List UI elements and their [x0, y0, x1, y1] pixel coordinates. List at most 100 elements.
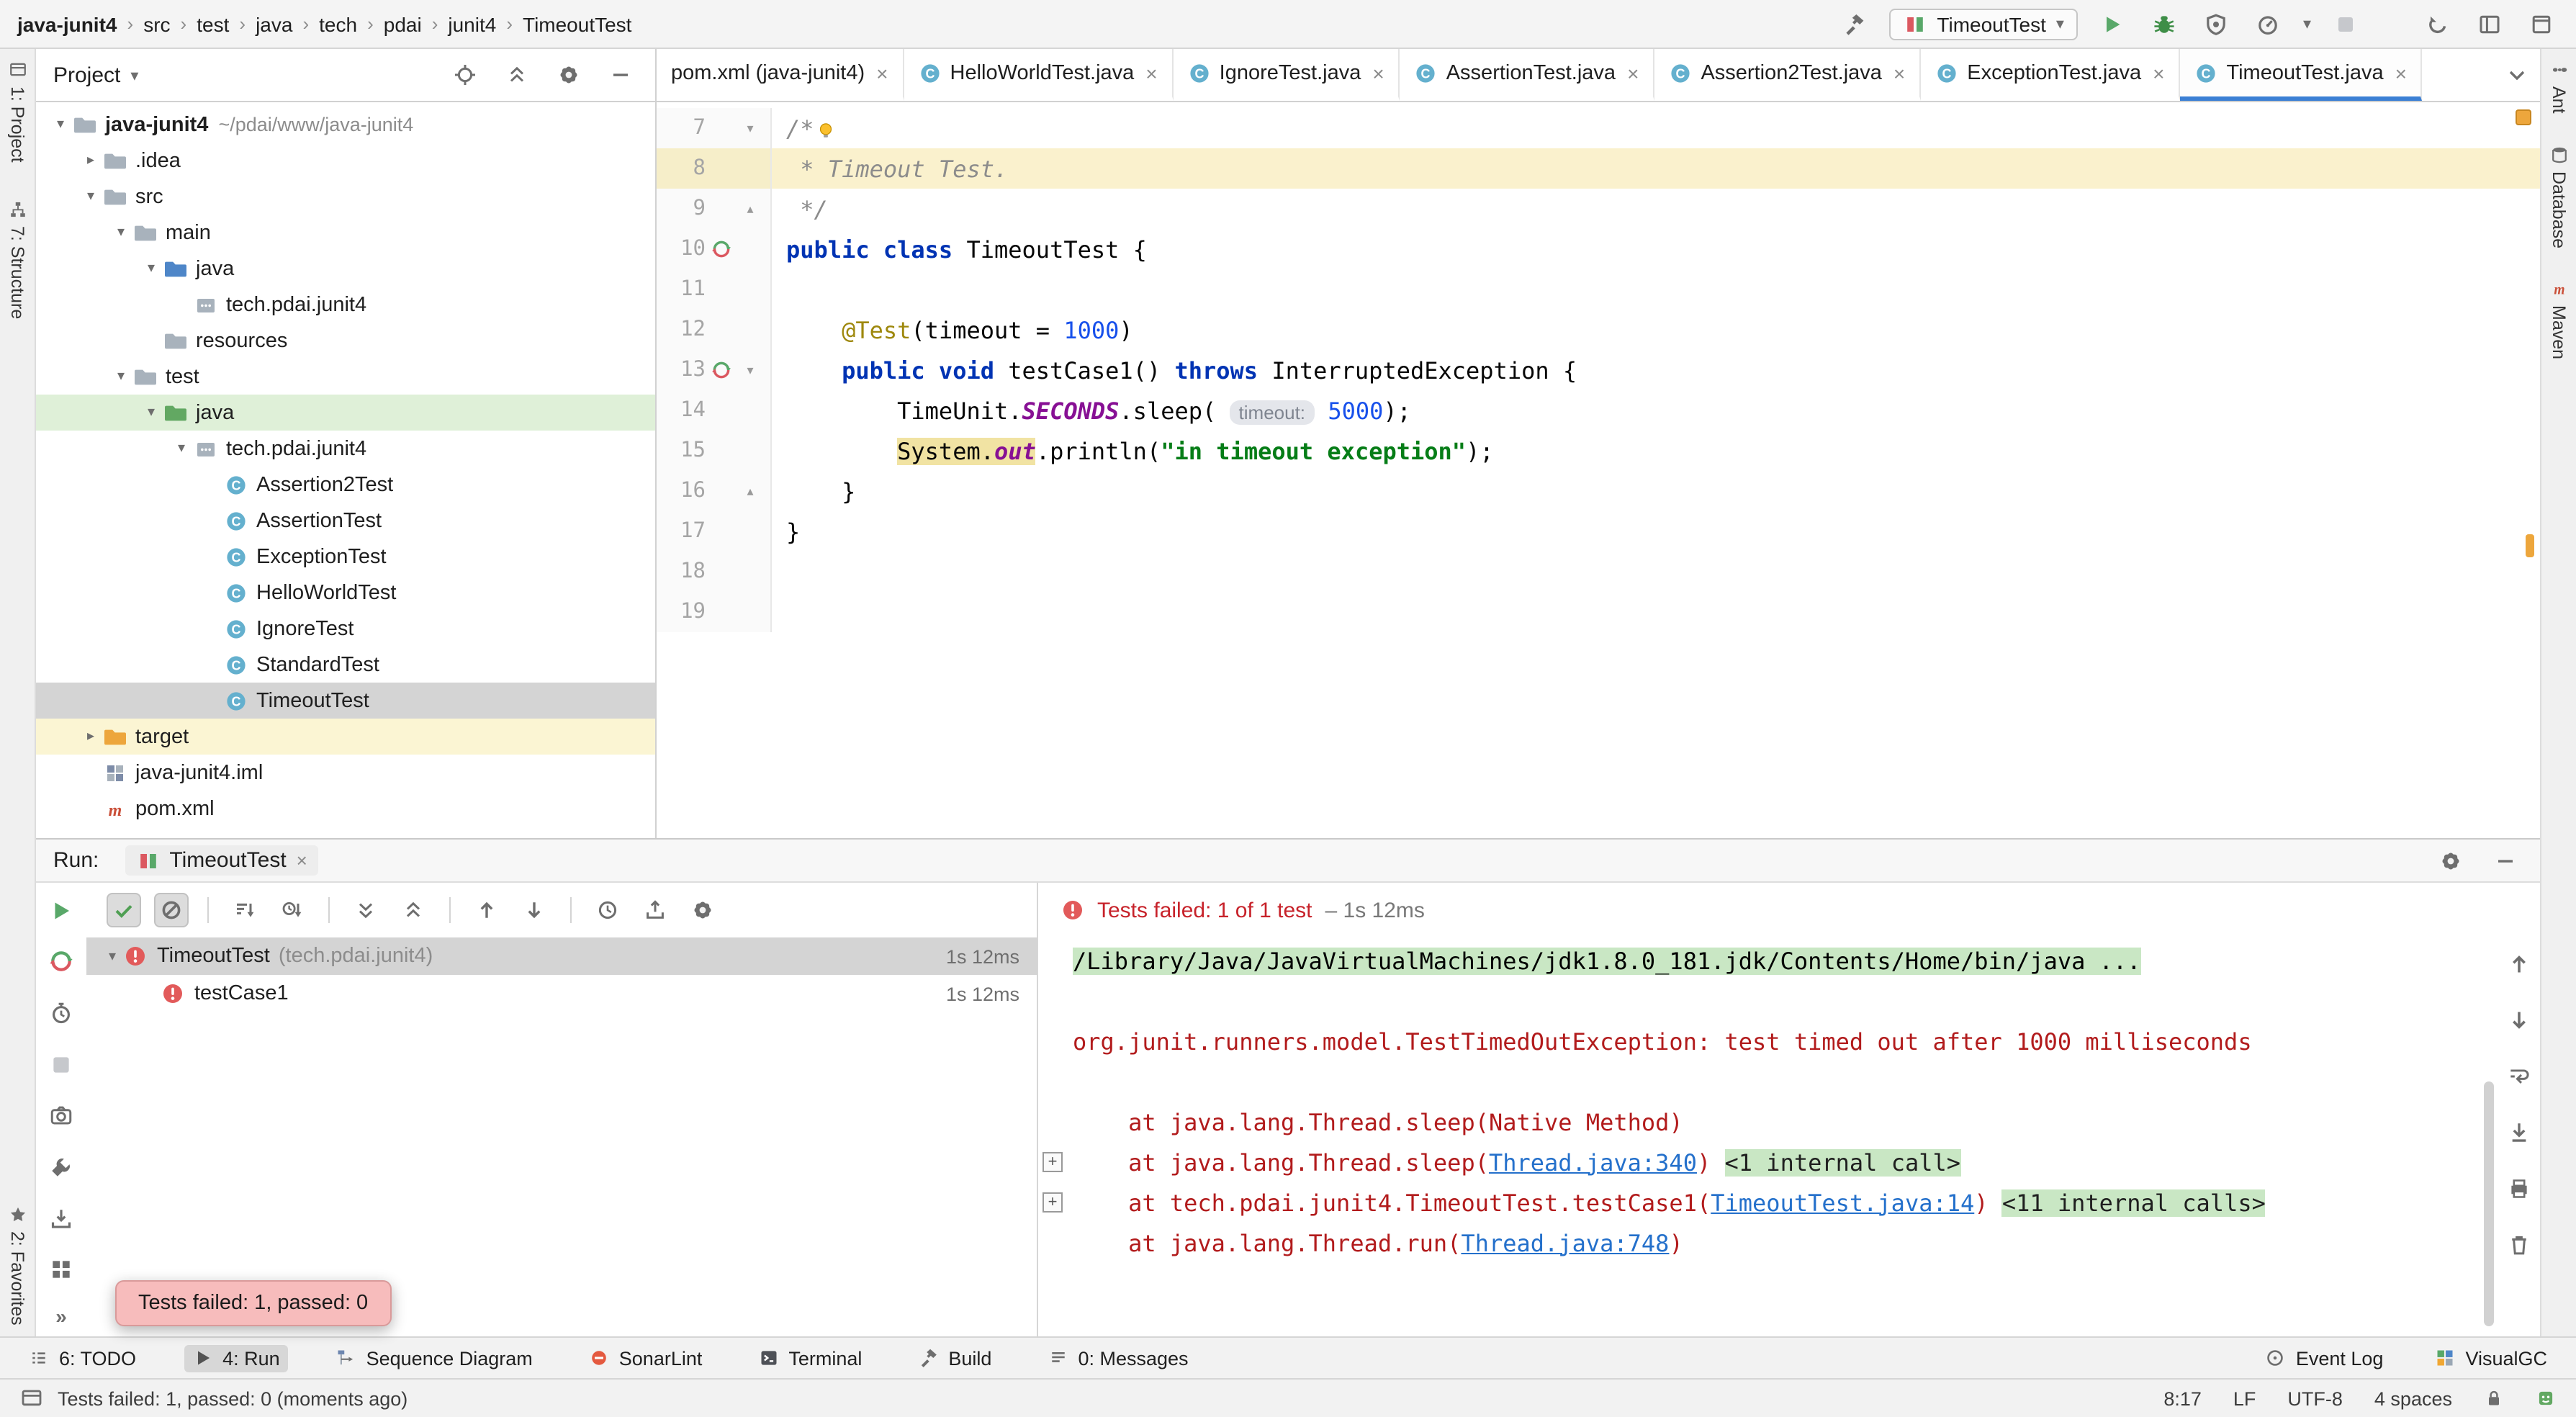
layout-button[interactable] — [2472, 6, 2507, 41]
run-fail-button[interactable] — [44, 945, 78, 978]
expand-arrow-icon[interactable]: ▾ — [78, 189, 104, 204]
stacktrace-link[interactable]: Thread.java:340 — [1489, 1148, 1697, 1176]
tools-button[interactable] — [44, 1151, 78, 1183]
error-stripe-mark[interactable] — [2526, 534, 2534, 557]
project-tree-item[interactable]: ▾java — [36, 251, 655, 287]
breadcrumb-item[interactable]: junit4 — [448, 12, 496, 35]
fold-marker-icon[interactable]: ▾ — [737, 362, 763, 378]
more-options-button[interactable]: » — [55, 1305, 67, 1328]
caret-position[interactable]: 8:17 — [2163, 1387, 2202, 1409]
tool-window-button-database[interactable]: Database — [2549, 145, 2569, 248]
tool-window-bar-0-messages[interactable]: 0: Messages — [1039, 1344, 1197, 1372]
project-tree-item[interactable]: ▾java — [36, 395, 655, 431]
editor-line[interactable]: 7▾/* — [657, 108, 2540, 148]
project-tree-item[interactable]: ▾java-junit4~/pdai/www/java-junit4 — [36, 107, 655, 143]
close-icon[interactable]: × — [1893, 61, 1905, 84]
stacktrace-link[interactable]: Thread.java:748 — [1461, 1229, 1669, 1256]
close-icon[interactable]: × — [1145, 61, 1157, 84]
project-tree-item[interactable]: ▾src — [36, 179, 655, 215]
prev-failed-button[interactable] — [2501, 946, 2536, 981]
editor-line[interactable]: 17} — [657, 511, 2540, 552]
breadcrumb-item[interactable]: tech — [319, 12, 357, 35]
breadcrumb-item[interactable]: java — [256, 12, 292, 35]
show-passed-button[interactable] — [107, 893, 141, 927]
scroll-end-button[interactable] — [2501, 1115, 2536, 1149]
camera-button[interactable] — [44, 1099, 78, 1132]
maximize-button[interactable] — [2524, 6, 2559, 41]
tool-window-bar-4-run[interactable]: 4: Run — [184, 1344, 289, 1372]
editor-line[interactable]: 10public class TimeoutTest { — [657, 229, 2540, 269]
expand-all-button[interactable] — [348, 893, 383, 927]
project-tree-item[interactable]: tech.pdai.junit4 — [36, 287, 655, 323]
next-failed-button[interactable] — [517, 893, 551, 927]
window-switcher-icon[interactable] — [20, 1387, 43, 1410]
trash-button[interactable] — [2501, 1227, 2536, 1261]
tool-window-bar-build[interactable]: Build — [909, 1344, 1000, 1372]
close-icon[interactable]: × — [2153, 61, 2164, 84]
editor-tab[interactable]: pom.xml (java-junit4)× — [657, 49, 904, 101]
debug-button[interactable] — [2148, 6, 2182, 41]
console-fold-icon[interactable]: + — [1042, 1192, 1063, 1213]
expand-arrow-icon[interactable]: ▸ — [78, 729, 104, 745]
breadcrumb-item[interactable]: test — [197, 12, 229, 35]
run-fail-icon[interactable] — [711, 360, 731, 380]
editor-tab[interactable]: CTimeoutTest.java× — [2180, 49, 2423, 101]
project-tree-item[interactable]: resources — [36, 323, 655, 359]
run-panel-tab[interactable]: TimeoutTest × — [125, 845, 318, 876]
tool-window-bar-event-log[interactable]: Event Log — [2257, 1344, 2392, 1372]
project-tree-item[interactable]: mpom.xml — [36, 791, 655, 827]
tool-window-bar-terminal[interactable]: Terminal — [749, 1344, 870, 1372]
editor-line[interactable]: 15 System.out.println("in timeout except… — [657, 431, 2540, 471]
run-fail-icon[interactable] — [711, 239, 731, 259]
breadcrumb-item[interactable]: java-junit4 — [17, 12, 117, 35]
play-button[interactable] — [2096, 6, 2130, 41]
hidden-tabs-chevron[interactable] — [2494, 49, 2540, 101]
stacktrace-link[interactable]: TimeoutTest.java:14 — [1711, 1189, 1974, 1216]
hide-button[interactable] — [603, 58, 638, 92]
sort-duration-button[interactable] — [275, 893, 310, 927]
project-tree-item[interactable]: java-junit4.iml — [36, 755, 655, 791]
project-tree-item[interactable]: ▸.idea — [36, 143, 655, 179]
build-hammer-button[interactable] — [1837, 6, 1872, 41]
editor-line[interactable]: 16▴ } — [657, 471, 2540, 511]
project-tree-item[interactable]: CStandardTest — [36, 647, 655, 683]
close-icon[interactable]: × — [1627, 61, 1639, 84]
tool-window-button-1-project[interactable]: 1: Project — [7, 60, 27, 163]
editor-line[interactable]: 13▾ public void testCase1() throws Inter… — [657, 350, 2540, 390]
project-tree-item[interactable]: CHelloWorldTest — [36, 575, 655, 611]
prev-failed-button[interactable] — [469, 893, 504, 927]
rerun-button[interactable] — [44, 894, 78, 927]
expand-arrow-icon[interactable]: ▾ — [138, 405, 164, 420]
hide-button[interactable] — [2488, 843, 2523, 878]
editor-tab[interactable]: CAssertion2Test.java× — [1654, 49, 1921, 101]
tool-window-bar-sequence-diagram[interactable]: Sequence Diagram — [328, 1344, 541, 1372]
expand-arrow-icon[interactable]: ▾ — [101, 948, 124, 964]
console-output[interactable]: /Library/Java/JavaVirtualMachines/jdk1.8… — [1038, 937, 2540, 1336]
editor-tab[interactable]: CIgnoreTest.java× — [1174, 49, 1400, 101]
close-icon[interactable]: × — [876, 61, 888, 84]
bulb-icon[interactable] — [817, 120, 836, 139]
inspections-hector-icon[interactable] — [2536, 1388, 2556, 1408]
next-failed-button[interactable] — [2501, 1002, 2536, 1037]
tool-window-bar-6-todo[interactable]: 6: TODO — [20, 1344, 145, 1372]
test-tree-item[interactable]: testCase11s 12ms — [86, 975, 1037, 1012]
fold-marker-icon[interactable]: ▾ — [737, 120, 763, 136]
project-tree-item[interactable]: CAssertionTest — [36, 503, 655, 539]
import-tray-button[interactable] — [44, 1202, 78, 1235]
expand-arrow-icon[interactable]: ▸ — [78, 153, 104, 168]
close-icon[interactable]: × — [2395, 61, 2407, 84]
stop-button[interactable] — [2328, 6, 2363, 41]
tool-window-bar-sonarlint[interactable]: SonarLint — [580, 1344, 711, 1372]
expand-arrow-icon[interactable]: ▾ — [108, 225, 134, 240]
collapse-all-button[interactable] — [500, 58, 534, 92]
grid-button[interactable] — [44, 1254, 78, 1286]
project-tree-item[interactable]: CIgnoreTest — [36, 611, 655, 647]
editor-line[interactable]: 12 @Test(timeout = 1000) — [657, 310, 2540, 350]
profiler-button[interactable] — [2251, 6, 2286, 41]
expand-arrow-icon[interactable]: ▾ — [48, 117, 73, 132]
editor-line[interactable]: 11 — [657, 269, 2540, 310]
file-encoding[interactable]: UTF-8 — [2287, 1387, 2343, 1409]
editor-line[interactable]: 9▴ */ — [657, 189, 2540, 229]
editor-tab[interactable]: CAssertionTest.java× — [1400, 49, 1655, 101]
sync-button[interactable] — [2420, 6, 2455, 41]
